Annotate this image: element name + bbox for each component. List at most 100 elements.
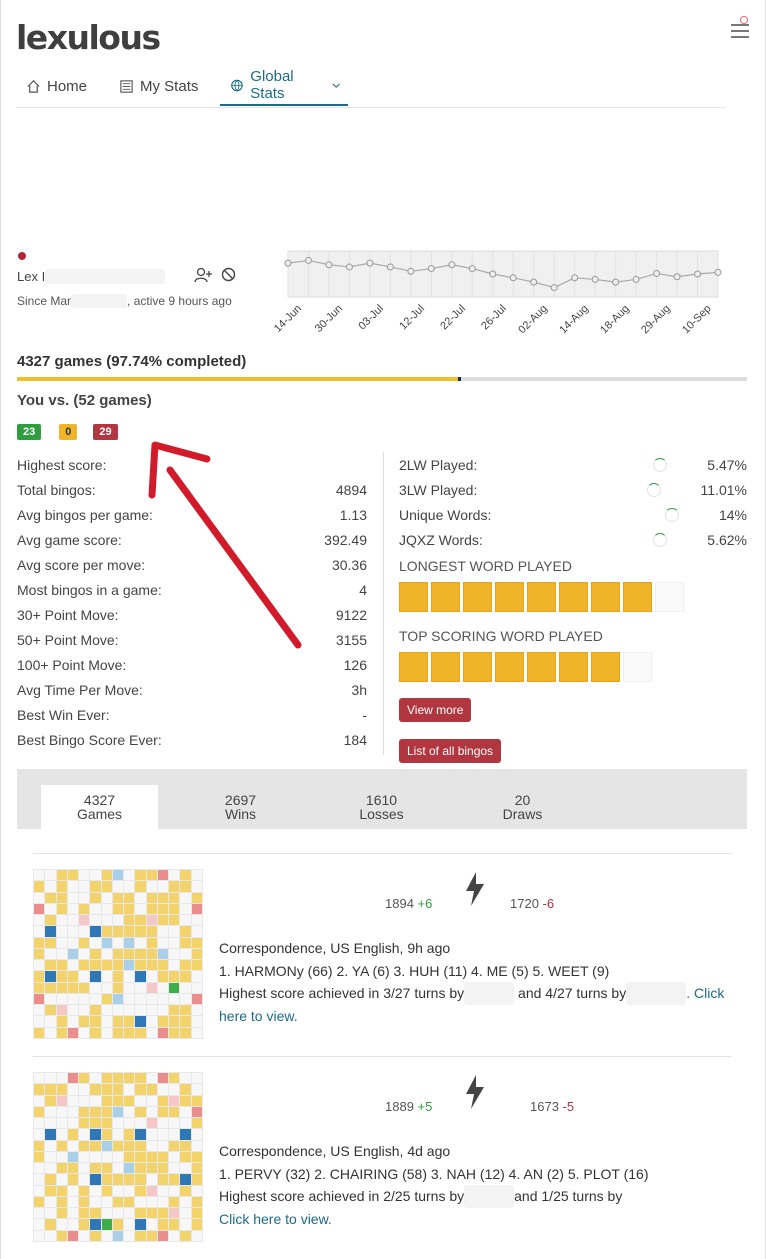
user-name[interactable]: Lex Ix [17,269,166,284]
progress-fill [17,377,460,381]
board-cell [90,937,101,948]
board-cell [90,960,101,971]
board-cell [56,1140,67,1151]
board-cell [112,1084,124,1095]
board-cell [56,993,67,1005]
board-cell [101,1230,112,1241]
board-cell [124,960,135,971]
board-cell [67,1196,79,1208]
tab-losses[interactable]: 1610 Losses [323,785,440,829]
letter-tile [463,582,492,612]
board-cell [124,982,135,993]
chart-point [694,270,702,278]
board-cell [157,870,169,881]
board-cell [112,1005,124,1016]
board-cell [67,1106,79,1118]
lightning-icon [466,1075,484,1109]
letter-tile [559,582,588,612]
block-icon[interactable] [221,267,236,282]
top-scoring-title: TOP SCORING WORD PLAYED [399,628,603,644]
board-cell [157,1084,169,1095]
board-cell [34,1129,45,1140]
board-cell [90,1140,101,1151]
chart-x-tick-label: 12-Jul [397,303,427,333]
letter-tile [495,582,524,612]
board-cell [67,1230,79,1241]
all-bingos-button[interactable]: List of all bingos [399,739,502,763]
board-cell [135,892,146,903]
chart-point [550,284,558,292]
stat-value: 14% [718,506,747,523]
board-cell [169,1129,180,1140]
board-cell [191,960,202,971]
games-summary-title: 4327 games (97.74% completed) [17,353,247,370]
board-cell [169,1174,180,1185]
board-cell [146,971,157,982]
board-cell [67,948,79,960]
board-cell [124,993,135,1005]
board-cell [112,1163,124,1174]
stat-label: Avg bingos per game: [17,506,153,523]
board-cell [157,903,169,915]
board-cell [45,1129,56,1140]
game-board-thumbnail[interactable] [33,869,203,1039]
board-cell [112,1106,124,1118]
board-cell [124,881,135,892]
board-cell [79,870,90,881]
tab-wins[interactable]: 2697 Wins [182,785,299,829]
board-cell [112,1196,124,1208]
board-cell [90,1151,101,1163]
board-cell [67,1208,79,1219]
board-cell [157,937,169,948]
lexulous-logo[interactable]: lexulous [16,18,161,57]
tab-games[interactable]: 4327 Games [41,785,158,829]
board-cell [34,1208,45,1219]
board-cell [112,1140,124,1151]
board-cell [135,1005,146,1016]
chart-point [325,261,333,269]
board-cell [157,926,169,937]
notification-icon[interactable] [740,16,748,24]
board-cell [45,1106,56,1118]
games-divider [33,1056,731,1057]
tab-draws[interactable]: 20 Draws [464,785,581,829]
board-cell [67,1174,79,1185]
letter-tile [527,652,556,682]
board-cell [79,1151,90,1163]
board-cell [79,881,90,892]
letter-tile [655,582,684,612]
board-cell [180,1208,191,1219]
nav-global-stats[interactable]: Global Stats [220,66,349,106]
board-cell [180,1230,191,1241]
board-cell [79,1118,90,1129]
board-cell [101,1027,112,1038]
board-cell [157,971,169,982]
stat-row: 3LW Played: 11.01% [399,477,747,502]
add-friend-icon[interactable] [194,267,213,283]
nav-home[interactable]: Home [16,66,97,106]
board-cell [124,1016,135,1027]
stat-label: 100+ Point Move: [17,656,127,673]
board-cell [34,948,45,960]
board-cell [169,1140,180,1151]
view-more-button[interactable]: View more [399,698,472,722]
chart-point [632,275,640,283]
nav-my-stats[interactable]: My Stats [109,66,208,106]
board-cell [180,993,191,1005]
game-board-thumbnail[interactable] [33,1072,203,1242]
board-cell [79,1084,90,1095]
board-cell [191,948,202,960]
board-cell [180,1174,191,1185]
board-cell [191,993,202,1005]
view-game-link[interactable]: Click here to view. [219,1208,739,1231]
stat-label: Avg game score: [17,531,122,548]
board-cell [169,1208,180,1219]
board-cell [124,937,135,948]
board-cell [169,960,180,971]
board-cell [101,1185,112,1196]
board-cell [67,926,79,937]
hamburger-menu-icon[interactable] [731,24,749,40]
board-cell [157,1027,169,1038]
board-cell [56,1208,67,1219]
board-cell [56,926,67,937]
